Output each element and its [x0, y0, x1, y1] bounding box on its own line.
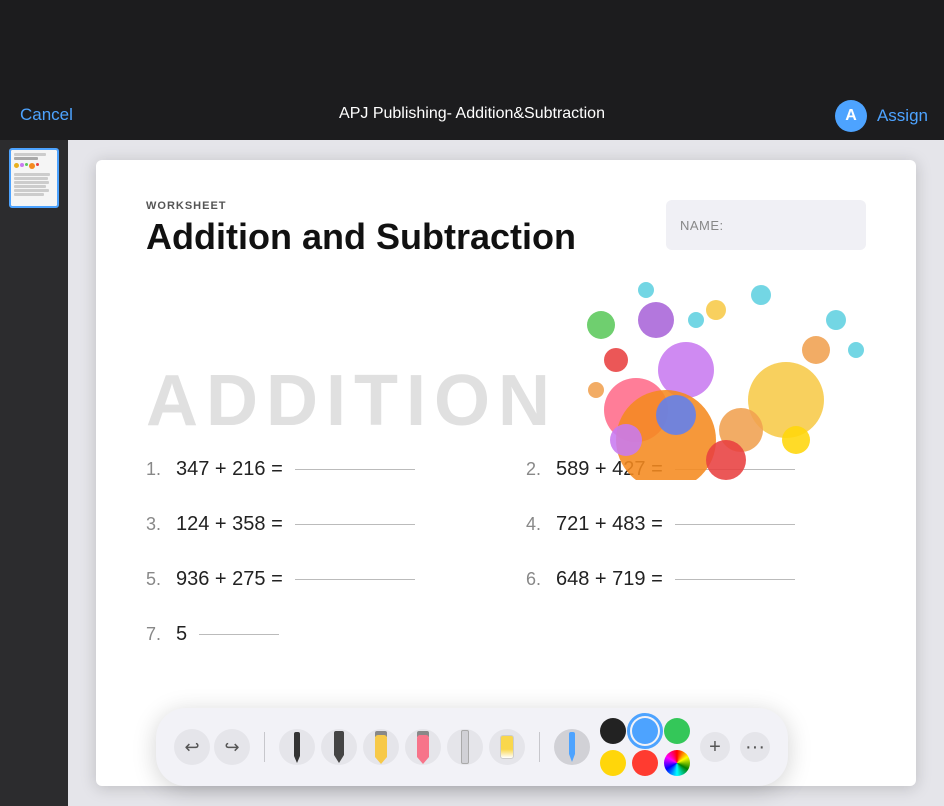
- color-yellow[interactable]: [600, 750, 626, 776]
- problem-4: 4. 721 + 483 =: [526, 513, 866, 536]
- add-color-button[interactable]: +: [700, 732, 730, 762]
- highlighter-yellow-icon: [375, 731, 387, 764]
- bubbles-decoration: [586, 270, 866, 470]
- problem-5: 5. 936 + 275 =: [146, 568, 486, 591]
- undo-redo-group: ↩ ↪: [174, 729, 250, 765]
- highlighter-pink-icon: [417, 731, 429, 764]
- avatar: A: [835, 100, 867, 132]
- color-palette: [600, 718, 690, 776]
- problem-3: 3. 124 + 358 =: [146, 513, 486, 536]
- more-options-button[interactable]: ···: [740, 732, 770, 762]
- blue-pen-icon: [569, 732, 575, 762]
- name-box: NAME:: [666, 200, 866, 250]
- assign-button[interactable]: Assign: [877, 106, 928, 126]
- drawing-toolbar: ↩ ↪: [156, 708, 788, 786]
- watermark-text: ADDITION: [146, 360, 558, 442]
- eraser-tool-button[interactable]: [489, 729, 525, 765]
- highlighter-pink-button[interactable]: [405, 729, 441, 765]
- document-title: APJ Publishing- Addition&Subtraction: [339, 105, 605, 123]
- separator-1: [264, 732, 265, 762]
- eraser-icon: [500, 735, 514, 759]
- color-blue[interactable]: [632, 718, 658, 744]
- ruler-tool-button[interactable]: [447, 729, 483, 765]
- marker-tool-button[interactable]: [321, 729, 357, 765]
- name-label: NAME:: [680, 218, 724, 233]
- color-black[interactable]: [600, 718, 626, 744]
- problems-grid: 1. 347 + 216 = 2. 589 + 427 = 3. 124 + 3…: [146, 458, 866, 646]
- marker-icon: [334, 731, 344, 763]
- drawing-tools: [279, 729, 525, 765]
- worksheet-page: WORKSHEET Addition and Subtraction NAME:…: [96, 160, 916, 786]
- redo-button[interactable]: ↪: [214, 729, 250, 765]
- top-bar: Cancel APJ Publishing- Addition&Subtract…: [0, 0, 944, 140]
- undo-button[interactable]: ↩: [174, 729, 210, 765]
- color-green[interactable]: [664, 718, 690, 744]
- color-multicolor[interactable]: [664, 750, 690, 776]
- separator-2: [539, 732, 540, 762]
- problem-6: 6. 648 + 719 =: [526, 568, 866, 591]
- blue-pen-button[interactable]: [554, 729, 590, 765]
- sidebar: [0, 140, 68, 806]
- main-area: WORKSHEET Addition and Subtraction NAME:…: [0, 140, 944, 806]
- problem-7: 7. 5: [146, 623, 486, 646]
- problem-1: 1. 347 + 216 =: [146, 458, 486, 481]
- right-actions: A Assign: [835, 100, 928, 132]
- page-thumbnail[interactable]: [9, 148, 59, 208]
- document-area[interactable]: WORKSHEET Addition and Subtraction NAME:…: [68, 140, 944, 806]
- pen-tool-button[interactable]: [279, 729, 315, 765]
- ruler-icon: [461, 730, 469, 764]
- pen-icon: [294, 732, 300, 763]
- color-red[interactable]: [632, 750, 658, 776]
- highlighter-yellow-button[interactable]: [363, 729, 399, 765]
- problems-section: 1. 347 + 216 = 2. 589 + 427 = 3. 124 + 3…: [146, 458, 866, 646]
- cancel-button[interactable]: Cancel: [20, 105, 73, 125]
